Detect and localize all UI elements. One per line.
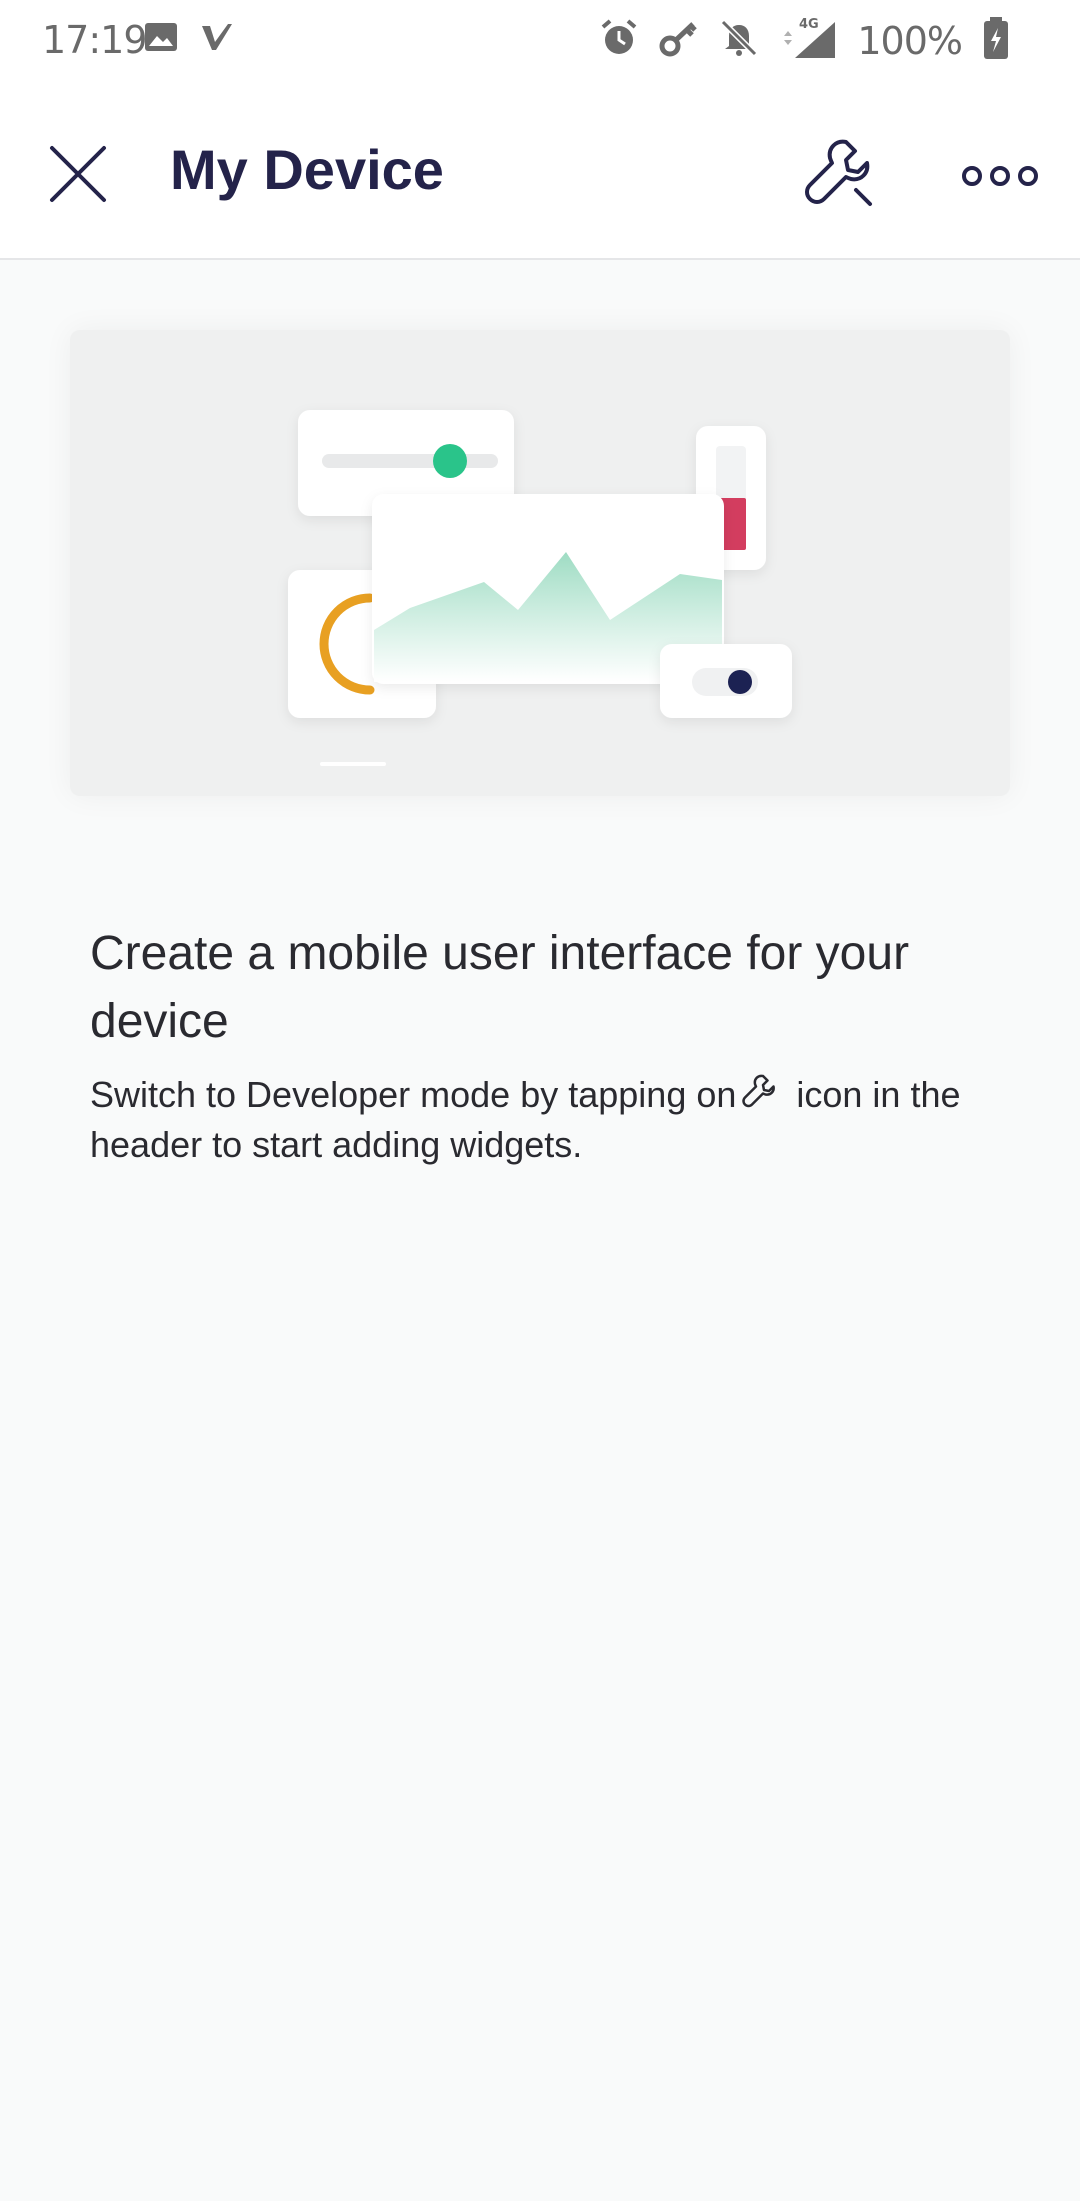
- status-time: 17:19: [42, 18, 148, 62]
- widgets-illustration: [70, 330, 1010, 796]
- developer-mode-button[interactable]: [800, 132, 884, 216]
- alarm-icon: [599, 18, 639, 63]
- switch-widget-card: [660, 644, 792, 718]
- v-app-icon: [200, 22, 234, 57]
- dashboard-illustration-graphic: [288, 410, 792, 766]
- network-type: 4G: [799, 17, 819, 32]
- bell-off-icon: [719, 18, 759, 63]
- status-left-icons: [144, 22, 234, 57]
- empty-state-heading: Create a mobile user interface for your …: [90, 927, 910, 1048]
- key-icon: [659, 18, 699, 63]
- status-bar: 17:19 4G 100%: [0, 0, 1080, 80]
- close-icon: [50, 146, 106, 202]
- empty-state-description: Switch to Developer mode by tapping on i…: [90, 1070, 1010, 1170]
- description-text-before: Switch to Developer mode by tapping on: [90, 1074, 737, 1115]
- battery-charging-icon: [982, 16, 1010, 65]
- battery-percent: 100%: [857, 18, 963, 63]
- status-right: 4G 100%: [599, 16, 1010, 65]
- app-bar: My Device: [0, 80, 1080, 260]
- signal-icon: 4G: [779, 16, 837, 65]
- page-title: My Device: [170, 138, 444, 201]
- more-icon: [962, 166, 1038, 186]
- inline-wrench-icon: [742, 1074, 776, 1108]
- wrench-icon: [805, 139, 872, 206]
- image-icon: [144, 22, 178, 57]
- more-options-button[interactable]: [960, 156, 1040, 196]
- close-button[interactable]: [40, 136, 116, 212]
